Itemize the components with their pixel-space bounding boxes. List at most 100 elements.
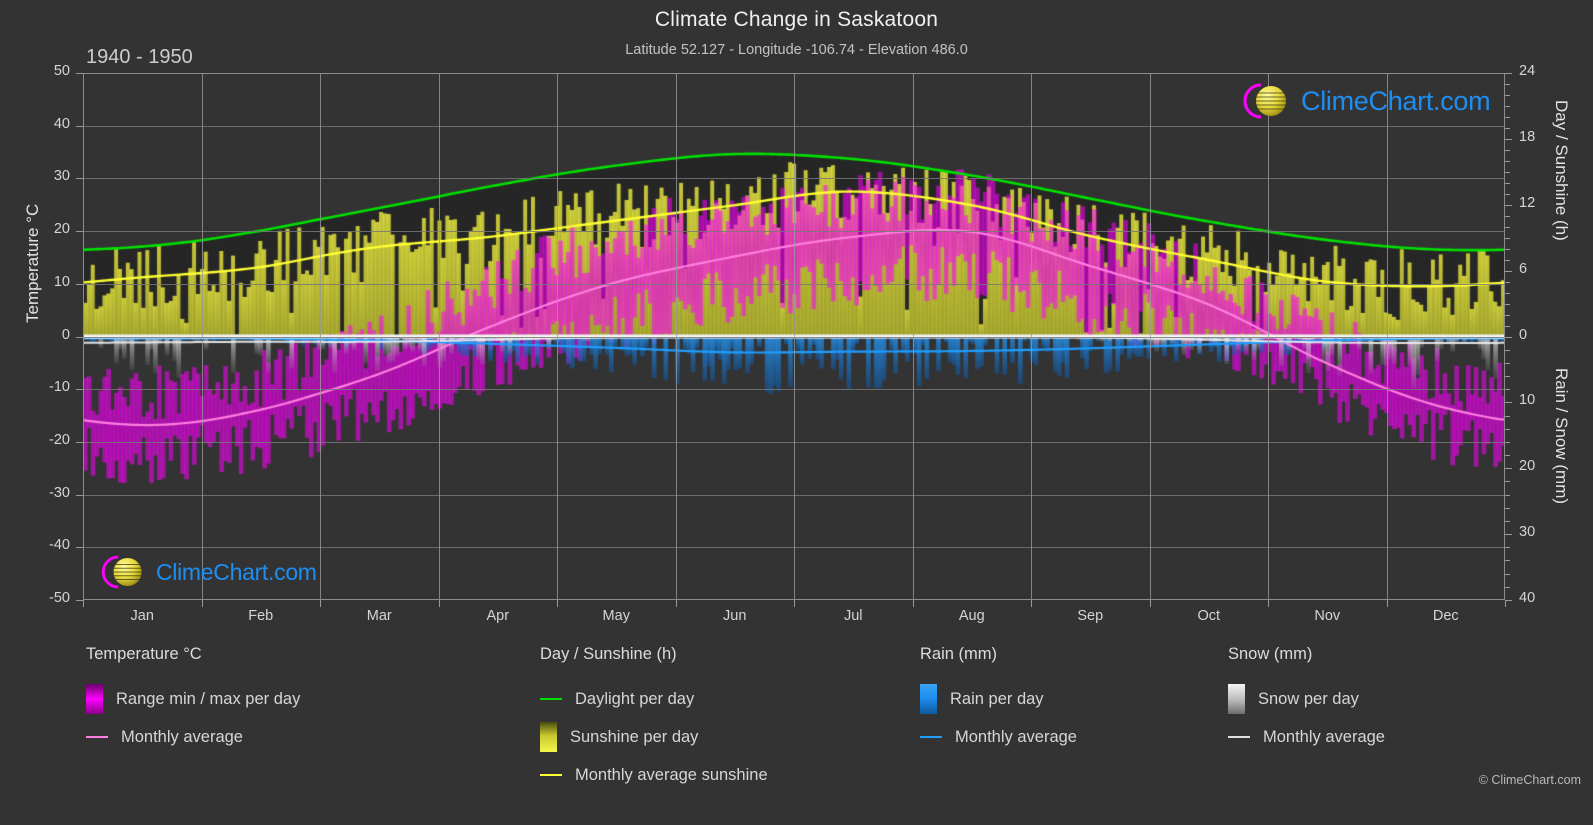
x-axis-tick-label-feb: Feb — [248, 608, 274, 624]
y-axis-tickmark-right-minor — [1505, 259, 1510, 261]
legend-group-title: Day / Sunshine (h) — [540, 645, 677, 663]
y-axis-tickmark-right-minor — [1505, 116, 1510, 118]
legend-line-marker — [540, 698, 562, 700]
x-axis-tick-label-apr: Apr — [486, 608, 510, 624]
y-axis-tick-label-left: 0 — [61, 326, 70, 343]
period-label: 1940 - 1950 — [86, 46, 193, 68]
y-axis-tickmark-right-minor — [1505, 481, 1510, 483]
y-axis-tickmark-right-minor — [1505, 127, 1510, 129]
legend-item[interactable]: Range min / max per day — [86, 680, 300, 718]
watermark-top-right: ClimeChart.com — [1233, 80, 1491, 122]
y-axis-tickmark-right-minor — [1505, 376, 1510, 378]
y-axis-tickmark-right — [1505, 402, 1512, 404]
legend-item[interactable]: Snow per day — [1228, 680, 1385, 718]
x-axis-tick-label-nov: Nov — [1314, 608, 1341, 624]
y-axis-tickmark-right-minor — [1505, 303, 1510, 305]
right-axis-label-top: Day / Sunshine (h) — [1552, 100, 1571, 241]
legend-item[interactable]: Sunshine per day — [540, 718, 768, 756]
gridline-vertical — [202, 73, 203, 600]
legend-group-rain-mm: Rain (mm) Rain per day Monthly average — [920, 645, 1077, 756]
legend-item[interactable]: Rain per day — [920, 680, 1077, 718]
y-axis-tickmark-left — [76, 283, 83, 285]
legend-swatch — [86, 684, 103, 714]
legend-line-marker — [920, 736, 942, 738]
y-axis-tick-label-left: -40 — [49, 537, 70, 554]
y-axis-tickmark-left — [76, 494, 83, 496]
y-axis-tickmark-right-minor — [1505, 560, 1510, 562]
legend-group-title: Temperature °C — [86, 645, 202, 663]
x-axis-tickmark — [1505, 600, 1506, 607]
y-axis-tickmark-right — [1505, 600, 1512, 601]
x-axis-tick-label-jul: Jul — [843, 608, 863, 624]
gridline-vertical — [1387, 73, 1388, 600]
y-axis-tickmark-right-minor — [1505, 455, 1510, 457]
x-axis-tickmark — [83, 600, 84, 607]
y-axis-tickmark-left — [76, 389, 83, 391]
y-axis-tickmark-right-minor — [1505, 171, 1510, 173]
gridline-vertical — [913, 73, 914, 600]
y-axis-tickmark-right-minor — [1505, 215, 1510, 217]
y-axis-tickmark-right-minor — [1505, 193, 1510, 195]
y-axis-tickmark-right-minor — [1505, 83, 1510, 85]
legend-item-label: Monthly average — [955, 727, 1077, 746]
y-axis-tickmark-right-minor — [1505, 281, 1510, 283]
y-axis-tickmark-right — [1505, 138, 1512, 140]
location-subtitle: Latitude 52.127 - Longitude -106.74 - El… — [625, 42, 968, 58]
watermark-text: ClimeChart.com — [1301, 85, 1491, 116]
x-axis-tick-label-oct: Oct — [1197, 608, 1221, 624]
x-axis-tick-label-dec: Dec — [1432, 608, 1459, 624]
x-axis-tickmark — [1150, 600, 1151, 607]
x-axis-tick-label-jun: Jun — [723, 608, 747, 624]
legend-item[interactable]: Monthly average — [1228, 718, 1385, 756]
y-axis-tick-label-right-bottom: 30 — [1519, 524, 1536, 541]
y-axis-tickmark-left — [76, 73, 83, 74]
legend-item-label: Range min / max per day — [116, 689, 301, 708]
y-axis-tickmark-right — [1505, 73, 1512, 74]
y-axis-tick-label-right-bottom: 40 — [1519, 590, 1536, 606]
y-axis-tick-label-left: 50 — [53, 63, 70, 79]
y-axis-tickmark-right-minor — [1505, 248, 1510, 250]
legend-line-marker — [86, 736, 108, 738]
climate-chart-page: Climate Change in Saskatoon Latitude 52.… — [0, 0, 1593, 825]
y-axis-tickmark-right — [1505, 204, 1512, 206]
legend-item-label: Monthly average — [1263, 727, 1385, 746]
y-axis-tickmark-right-minor — [1505, 520, 1510, 522]
climechart-logo-icon — [1243, 83, 1286, 119]
legend-item[interactable]: Monthly average — [86, 718, 300, 756]
x-axis-tickmark — [202, 600, 203, 607]
watermark-text: ClimeChart.com — [156, 558, 317, 585]
legend-item[interactable]: Monthly average — [920, 718, 1077, 756]
climechart-logo-icon — [101, 555, 142, 589]
x-axis-tick-label-sep: Sep — [1077, 608, 1104, 624]
y-axis-tickmark-right-minor — [1505, 105, 1510, 107]
x-axis-tick-label-aug: Aug — [958, 608, 985, 624]
y-axis-tickmark-right-minor — [1505, 149, 1510, 151]
legend-item-label: Monthly average sunshine — [575, 765, 768, 784]
legend-line-marker — [540, 774, 562, 776]
y-axis-tickmark-right-minor — [1505, 237, 1510, 239]
y-axis-tickmark-left — [76, 600, 83, 601]
gridline-vertical — [1150, 73, 1151, 600]
page-title: Climate Change in Saskatoon — [654, 8, 939, 31]
legend-item-label: Sunshine per day — [570, 727, 699, 746]
legend-item-label: Daylight per day — [575, 689, 695, 708]
y-axis-tickmark-right-minor — [1505, 292, 1510, 294]
x-axis-tickmark — [439, 600, 440, 607]
y-axis-tickmark-right-minor — [1505, 586, 1510, 588]
gridline-vertical — [676, 73, 677, 600]
y-axis-tickmark-right-minor — [1505, 389, 1510, 391]
y-axis-tickmark-right — [1505, 468, 1512, 470]
y-axis-tickmark-right-minor — [1505, 94, 1510, 96]
y-axis-tickmark-left — [76, 178, 83, 180]
y-axis-tickmark-right-minor — [1505, 160, 1510, 162]
y-axis-tickmark-left — [76, 441, 83, 443]
y-axis-tick-label-left: -50 — [49, 590, 70, 606]
legend-group-day-sunshine-h: Day / Sunshine (h) Daylight per day Sunshi… — [540, 645, 768, 794]
gridline-vertical — [1268, 73, 1269, 600]
gridline-vertical — [439, 73, 440, 600]
y-axis-tickmark-right-minor — [1505, 362, 1510, 364]
legend-item[interactable]: Daylight per day — [540, 680, 768, 718]
y-axis-tick-label-left: 30 — [53, 168, 70, 185]
legend-group-title: Rain (mm) — [920, 645, 997, 663]
legend-item[interactable]: Monthly average sunshine — [540, 756, 768, 794]
